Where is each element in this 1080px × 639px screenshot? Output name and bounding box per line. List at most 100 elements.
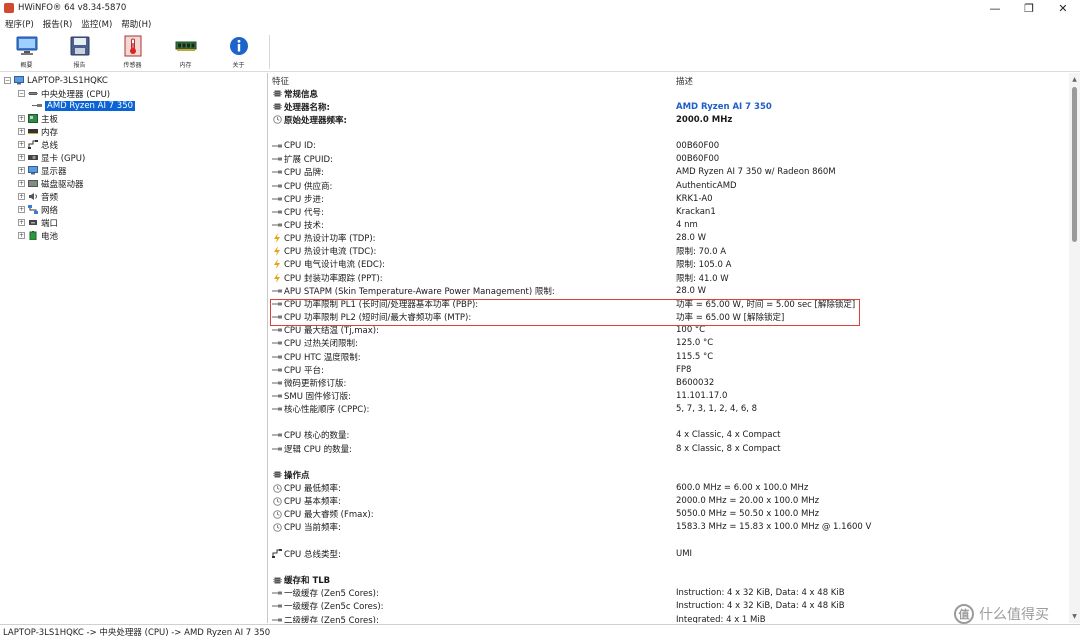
maximize-button[interactable]: ❐: [1012, 0, 1046, 16]
detail-row[interactable]: CPU 总线类型: UMI: [269, 547, 1069, 560]
detail-row[interactable]: CPU 品牌: AMD Ryzen AI 7 350 w/ Radeon 860M: [269, 166, 1069, 179]
feature-value: AMD Ryzen AI 7 350 w/ Radeon 860M: [676, 167, 836, 178]
detail-row[interactable]: 二级缓存 (Zen5 Cores): Integrated: 4 x 1 MiB: [269, 613, 1069, 623]
detail-row[interactable]: CPU 基本频率: 2000.0 MHz = 20.00 x 100.0 MHz: [269, 495, 1069, 508]
feature-value: 限制: 41.0 W: [676, 273, 729, 284]
detail-row[interactable]: CPU 供应商: AuthenticAMD: [269, 179, 1069, 192]
expand-icon[interactable]: +: [18, 128, 25, 135]
section-header[interactable]: 操作点: [269, 468, 1069, 481]
detail-row[interactable]: CPU 热设计功率 (TDP): 28.0 W: [269, 232, 1069, 245]
expand-icon[interactable]: +: [18, 141, 25, 148]
tree-item-ryzen[interactable]: AMD Ryzen AI 7 350: [32, 99, 136, 112]
detail-row[interactable]: CPU 过热关闭限制: 125.0 °C: [269, 337, 1069, 350]
menu-program[interactable]: 程序(P): [5, 18, 34, 30]
tree-item-battery[interactable]: + 电池: [18, 229, 58, 242]
arrow-icon: [272, 207, 282, 217]
expand-icon[interactable]: +: [18, 115, 25, 122]
detail-row[interactable]: 微码更新修订版: B600032: [269, 376, 1069, 389]
detail-row[interactable]: 扩展 CPUID: 00B60F00: [269, 153, 1069, 166]
detail-row[interactable]: 原始处理器频率: 2000.0 MHz: [269, 113, 1069, 126]
detail-row[interactable]: CPU 技术: 4 nm: [269, 219, 1069, 232]
detail-row[interactable]: CPU 最低频率: 600.0 MHz = 6.00 x 100.0 MHz: [269, 482, 1069, 495]
scroll-up-icon[interactable]: ▲: [1070, 75, 1079, 84]
tree-item-memory[interactable]: + 内存: [18, 125, 58, 138]
sensors-button[interactable]: 传感器: [106, 31, 159, 72]
tree-label-network: 网络: [41, 205, 59, 216]
detail-row[interactable]: 逻辑 CPU 的数量: 8 x Classic, 8 x Compact: [269, 442, 1069, 455]
expand-icon[interactable]: +: [18, 232, 25, 239]
feature-label: 微码更新修订版:: [284, 378, 347, 389]
detail-row[interactable]: CPU 步进: KRK1-A0: [269, 192, 1069, 205]
expand-icon[interactable]: +: [18, 154, 25, 161]
detail-row[interactable]: CPU 封装功率跟踪 (PPT): 限制: 41.0 W: [269, 271, 1069, 284]
memory-button[interactable]: 内存: [159, 31, 212, 72]
feature-label: 缓存和 TLB: [284, 576, 331, 587]
tree-item-gpu[interactable]: + 显卡 (GPU): [18, 151, 85, 164]
tree-item-network[interactable]: + 网络: [18, 203, 58, 216]
detail-row[interactable]: 核心性能顺序 (CPPC): 5, 7, 3, 1, 2, 4, 6, 8: [269, 403, 1069, 416]
collapse-icon[interactable]: −: [4, 77, 11, 84]
feature-value: UMI: [676, 548, 693, 559]
feature-value: Integrated: 4 x 1 MiB: [676, 614, 766, 624]
close-button[interactable]: ✕: [1046, 0, 1080, 16]
minimize-button[interactable]: —: [978, 0, 1012, 16]
battery-icon: [28, 231, 38, 240]
scroll-down-icon[interactable]: ▼: [1070, 612, 1079, 621]
feature-label: 扩展 CPUID:: [284, 155, 333, 166]
tree-root[interactable]: − LAPTOP-3LS1HQKC: [4, 74, 108, 87]
detail-row[interactable]: CPU 核心的数量: 4 x Classic, 4 x Compact: [269, 429, 1069, 442]
collapse-icon[interactable]: −: [18, 90, 25, 97]
blank-row: [269, 534, 1069, 547]
expand-icon[interactable]: +: [18, 193, 25, 200]
clock-icon: [272, 522, 282, 532]
tree-item-monitor[interactable]: + 显示器: [18, 164, 67, 177]
detail-row[interactable]: 处理器名称: AMD Ryzen AI 7 350: [269, 100, 1069, 113]
detail-row[interactable]: CPU 电气设计电流 (EDC): 限制: 105.0 A: [269, 258, 1069, 271]
detail-row[interactable]: CPU 代号: Krackan1: [269, 205, 1069, 218]
tree-label-disk: 磁盘驱动器: [41, 179, 84, 190]
menu-report[interactable]: 报告(R): [43, 18, 73, 30]
feature-label: CPU ID:: [284, 141, 316, 152]
detail-row[interactable]: CPU ID: 00B60F00: [269, 140, 1069, 153]
disk-icon: [28, 179, 38, 188]
section-header[interactable]: 常规信息: [269, 87, 1069, 100]
column-header-description[interactable]: 描述: [676, 75, 693, 87]
tree-item-disk[interactable]: + 磁盘驱动器: [18, 177, 84, 190]
toolbar: 概要 报告 传感器 内存 关于: [0, 31, 1080, 72]
bus-icon: [272, 549, 282, 559]
expand-icon[interactable]: +: [18, 180, 25, 187]
detail-row[interactable]: 一级缓存 (Zen5c Cores): Instruction: 4 x 32 K…: [269, 600, 1069, 613]
expand-icon[interactable]: +: [18, 167, 25, 174]
detail-row[interactable]: APU STAPM (Skin Temperature-Aware Power …: [269, 284, 1069, 297]
section-header[interactable]: 缓存和 TLB: [269, 574, 1069, 587]
feature-label: CPU 技术:: [284, 221, 324, 231]
detail-row[interactable]: CPU 热设计电流 (TDC): 限制: 70.0 A: [269, 245, 1069, 258]
expand-icon[interactable]: +: [18, 219, 25, 226]
tree-item-ports[interactable]: + 端口: [18, 216, 58, 229]
tree-item-bus[interactable]: + 总线: [18, 138, 58, 151]
detail-row[interactable]: 一级缓存 (Zen5 Cores): Instruction: 4 x 32 Ki…: [269, 587, 1069, 600]
report-button[interactable]: 报告: [53, 31, 106, 72]
menu-help[interactable]: 帮助(H): [121, 18, 151, 30]
feature-label: CPU 当前频率:: [284, 523, 341, 534]
detail-row[interactable]: CPU 最大睿频 (Fmax): 5050.0 MHz = 50.50 x 100…: [269, 508, 1069, 521]
vertical-scrollbar[interactable]: ▲ ▼: [1069, 73, 1080, 623]
detail-row[interactable]: CPU 平台: FP8: [269, 363, 1069, 376]
summary-button[interactable]: 概要: [0, 31, 53, 72]
feature-value: FP8: [676, 364, 692, 375]
about-button[interactable]: 关于: [212, 31, 265, 72]
network-icon: [28, 205, 38, 214]
scrollbar-thumb[interactable]: [1072, 87, 1077, 242]
clock-icon: [272, 483, 282, 493]
tree-item-motherboard[interactable]: + 主板: [18, 112, 58, 125]
column-header-feature[interactable]: 特征: [272, 75, 289, 87]
detail-row[interactable]: SMU 固件修订版: 11.101.17.0: [269, 389, 1069, 402]
tree-item-audio[interactable]: + 音频: [18, 190, 58, 203]
detail-row[interactable]: CPU HTC 温度限制: 115.5 °C: [269, 350, 1069, 363]
detail-row[interactable]: CPU 当前频率: 1583.3 MHz = 15.83 x 100.0 MHz …: [269, 521, 1069, 534]
expand-icon[interactable]: +: [18, 206, 25, 213]
window-controls: — ❐ ✕: [978, 0, 1080, 16]
arrow-icon: [272, 286, 282, 296]
blank-row: [269, 455, 1069, 468]
menu-monitor[interactable]: 监控(M): [81, 18, 112, 30]
